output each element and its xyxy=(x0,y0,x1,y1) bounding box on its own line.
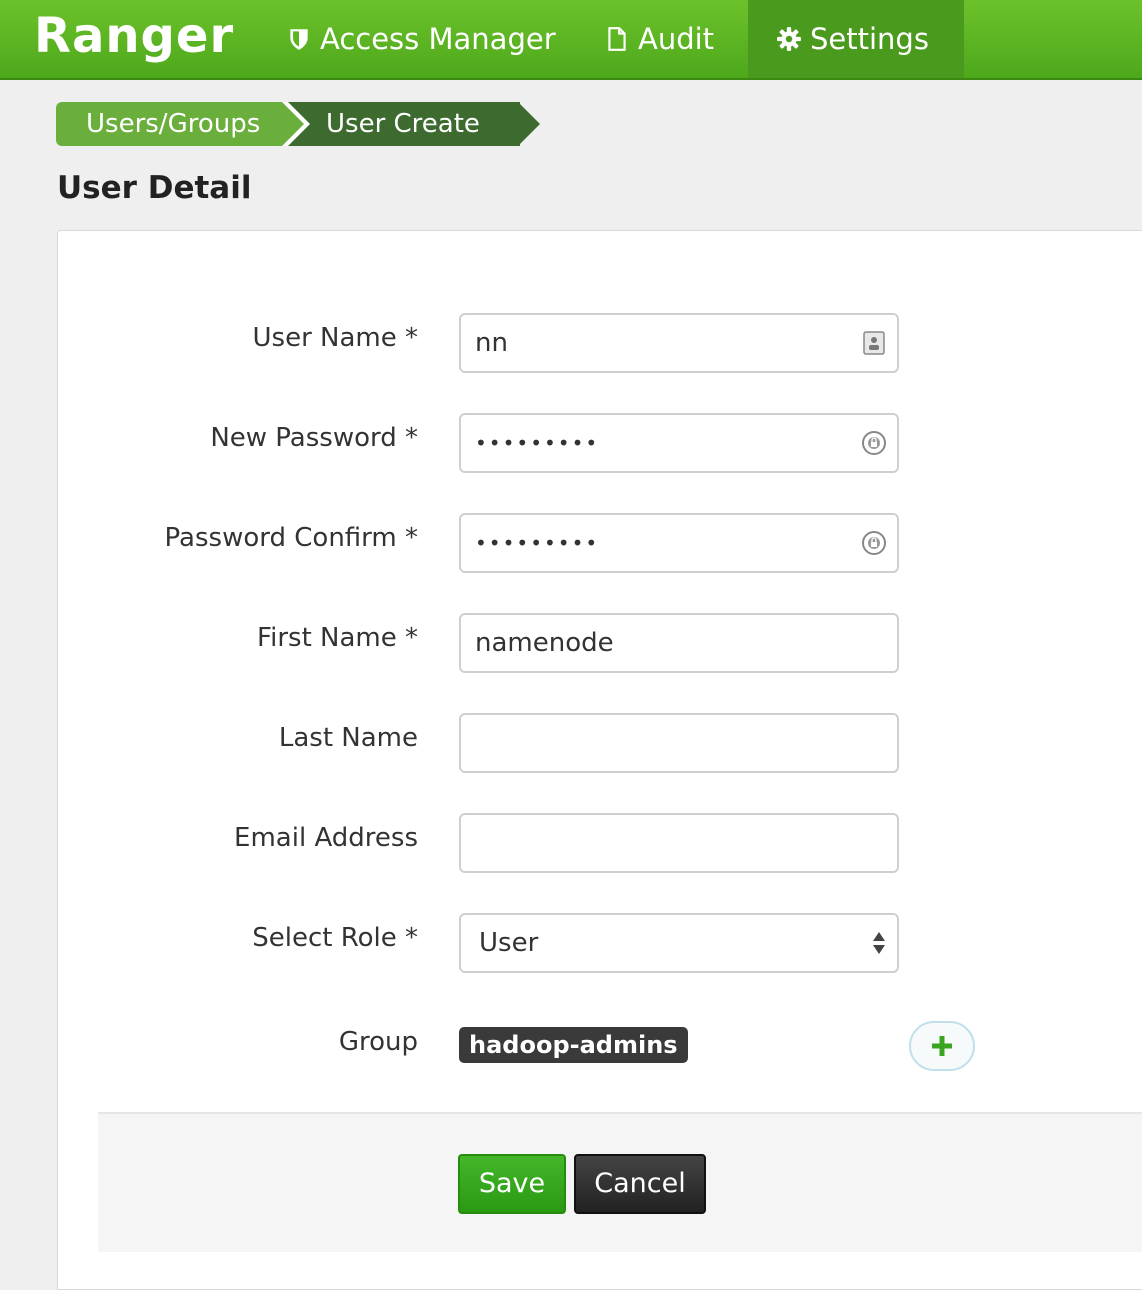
select-role-value: User xyxy=(479,928,539,958)
nav-audit[interactable]: Audit xyxy=(576,0,742,78)
new-password-value: ••••••••• xyxy=(475,431,600,455)
user-detail-panel: User Name * nn New Password * ••••••••• … xyxy=(57,230,1142,1290)
first-name-input[interactable]: namenode xyxy=(459,613,899,673)
select-role-row: Select Role * User xyxy=(58,913,1142,973)
password-confirm-label: Password Confirm * xyxy=(164,523,418,553)
save-button[interactable]: Save xyxy=(458,1154,566,1214)
first-name-value: namenode xyxy=(475,628,614,658)
form-actions: Save Cancel xyxy=(98,1112,1142,1252)
email-address-input[interactable] xyxy=(459,813,899,873)
nav-access-manager-label: Access Manager xyxy=(320,22,556,56)
select-role-dropdown[interactable]: User xyxy=(459,913,899,973)
file-icon xyxy=(608,27,626,51)
last-name-label: Last Name xyxy=(278,723,418,753)
nav-settings-label: Settings xyxy=(810,22,929,56)
password-manager-icon[interactable] xyxy=(861,430,887,456)
password-confirm-row: Password Confirm * ••••••••• xyxy=(58,513,1142,573)
user-name-value: nn xyxy=(475,328,508,358)
gear-icon xyxy=(777,27,801,51)
password-confirm-value: ••••••••• xyxy=(475,531,600,555)
nav-audit-label: Audit xyxy=(638,22,715,56)
brand-logo[interactable]: Ranger xyxy=(34,8,234,64)
last-name-input[interactable] xyxy=(459,713,899,773)
user-name-input[interactable]: nn xyxy=(459,313,899,373)
password-confirm-input[interactable]: ••••••••• xyxy=(459,513,899,573)
user-name-row: User Name * nn xyxy=(58,313,1142,373)
breadcrumb-users-groups-label: Users/Groups xyxy=(86,109,261,139)
breadcrumb-arrow-icon xyxy=(518,102,540,146)
cancel-button[interactable]: Cancel xyxy=(574,1154,706,1214)
select-arrows-icon xyxy=(873,932,885,954)
top-navbar: Ranger Access Manager Audit Settings xyxy=(0,0,1142,80)
email-address-label: Email Address xyxy=(234,823,418,853)
breadcrumb-user-create-label: User Create xyxy=(326,109,480,139)
add-group-button[interactable] xyxy=(909,1021,975,1071)
breadcrumb-separator-icon xyxy=(274,102,310,146)
last-name-row: Last Name xyxy=(58,713,1142,773)
user-name-label: User Name * xyxy=(252,323,419,353)
plus-icon xyxy=(932,1036,952,1056)
new-password-row: New Password * ••••••••• xyxy=(58,413,1142,473)
group-tag[interactable]: hadoop-admins xyxy=(459,1027,688,1063)
first-name-row: First Name * namenode xyxy=(58,613,1142,673)
breadcrumb-user-create: User Create xyxy=(282,102,520,146)
page-title: User Detail xyxy=(57,170,252,206)
first-name-label: First Name * xyxy=(257,623,418,653)
email-address-row: Email Address xyxy=(58,813,1142,873)
nav-access-manager[interactable]: Access Manager xyxy=(258,0,584,78)
nav-settings[interactable]: Settings xyxy=(748,0,964,78)
select-role-label: Select Role * xyxy=(252,923,418,953)
shield-icon xyxy=(290,29,308,50)
group-label: Group xyxy=(338,1027,418,1057)
group-row: Group hadoop-admins xyxy=(58,1021,1142,1083)
new-password-input[interactable]: ••••••••• xyxy=(459,413,899,473)
password-manager-icon[interactable] xyxy=(861,530,887,556)
contact-card-icon[interactable] xyxy=(861,330,887,356)
breadcrumb-users-groups[interactable]: Users/Groups xyxy=(56,102,296,146)
new-password-label: New Password * xyxy=(210,423,418,453)
